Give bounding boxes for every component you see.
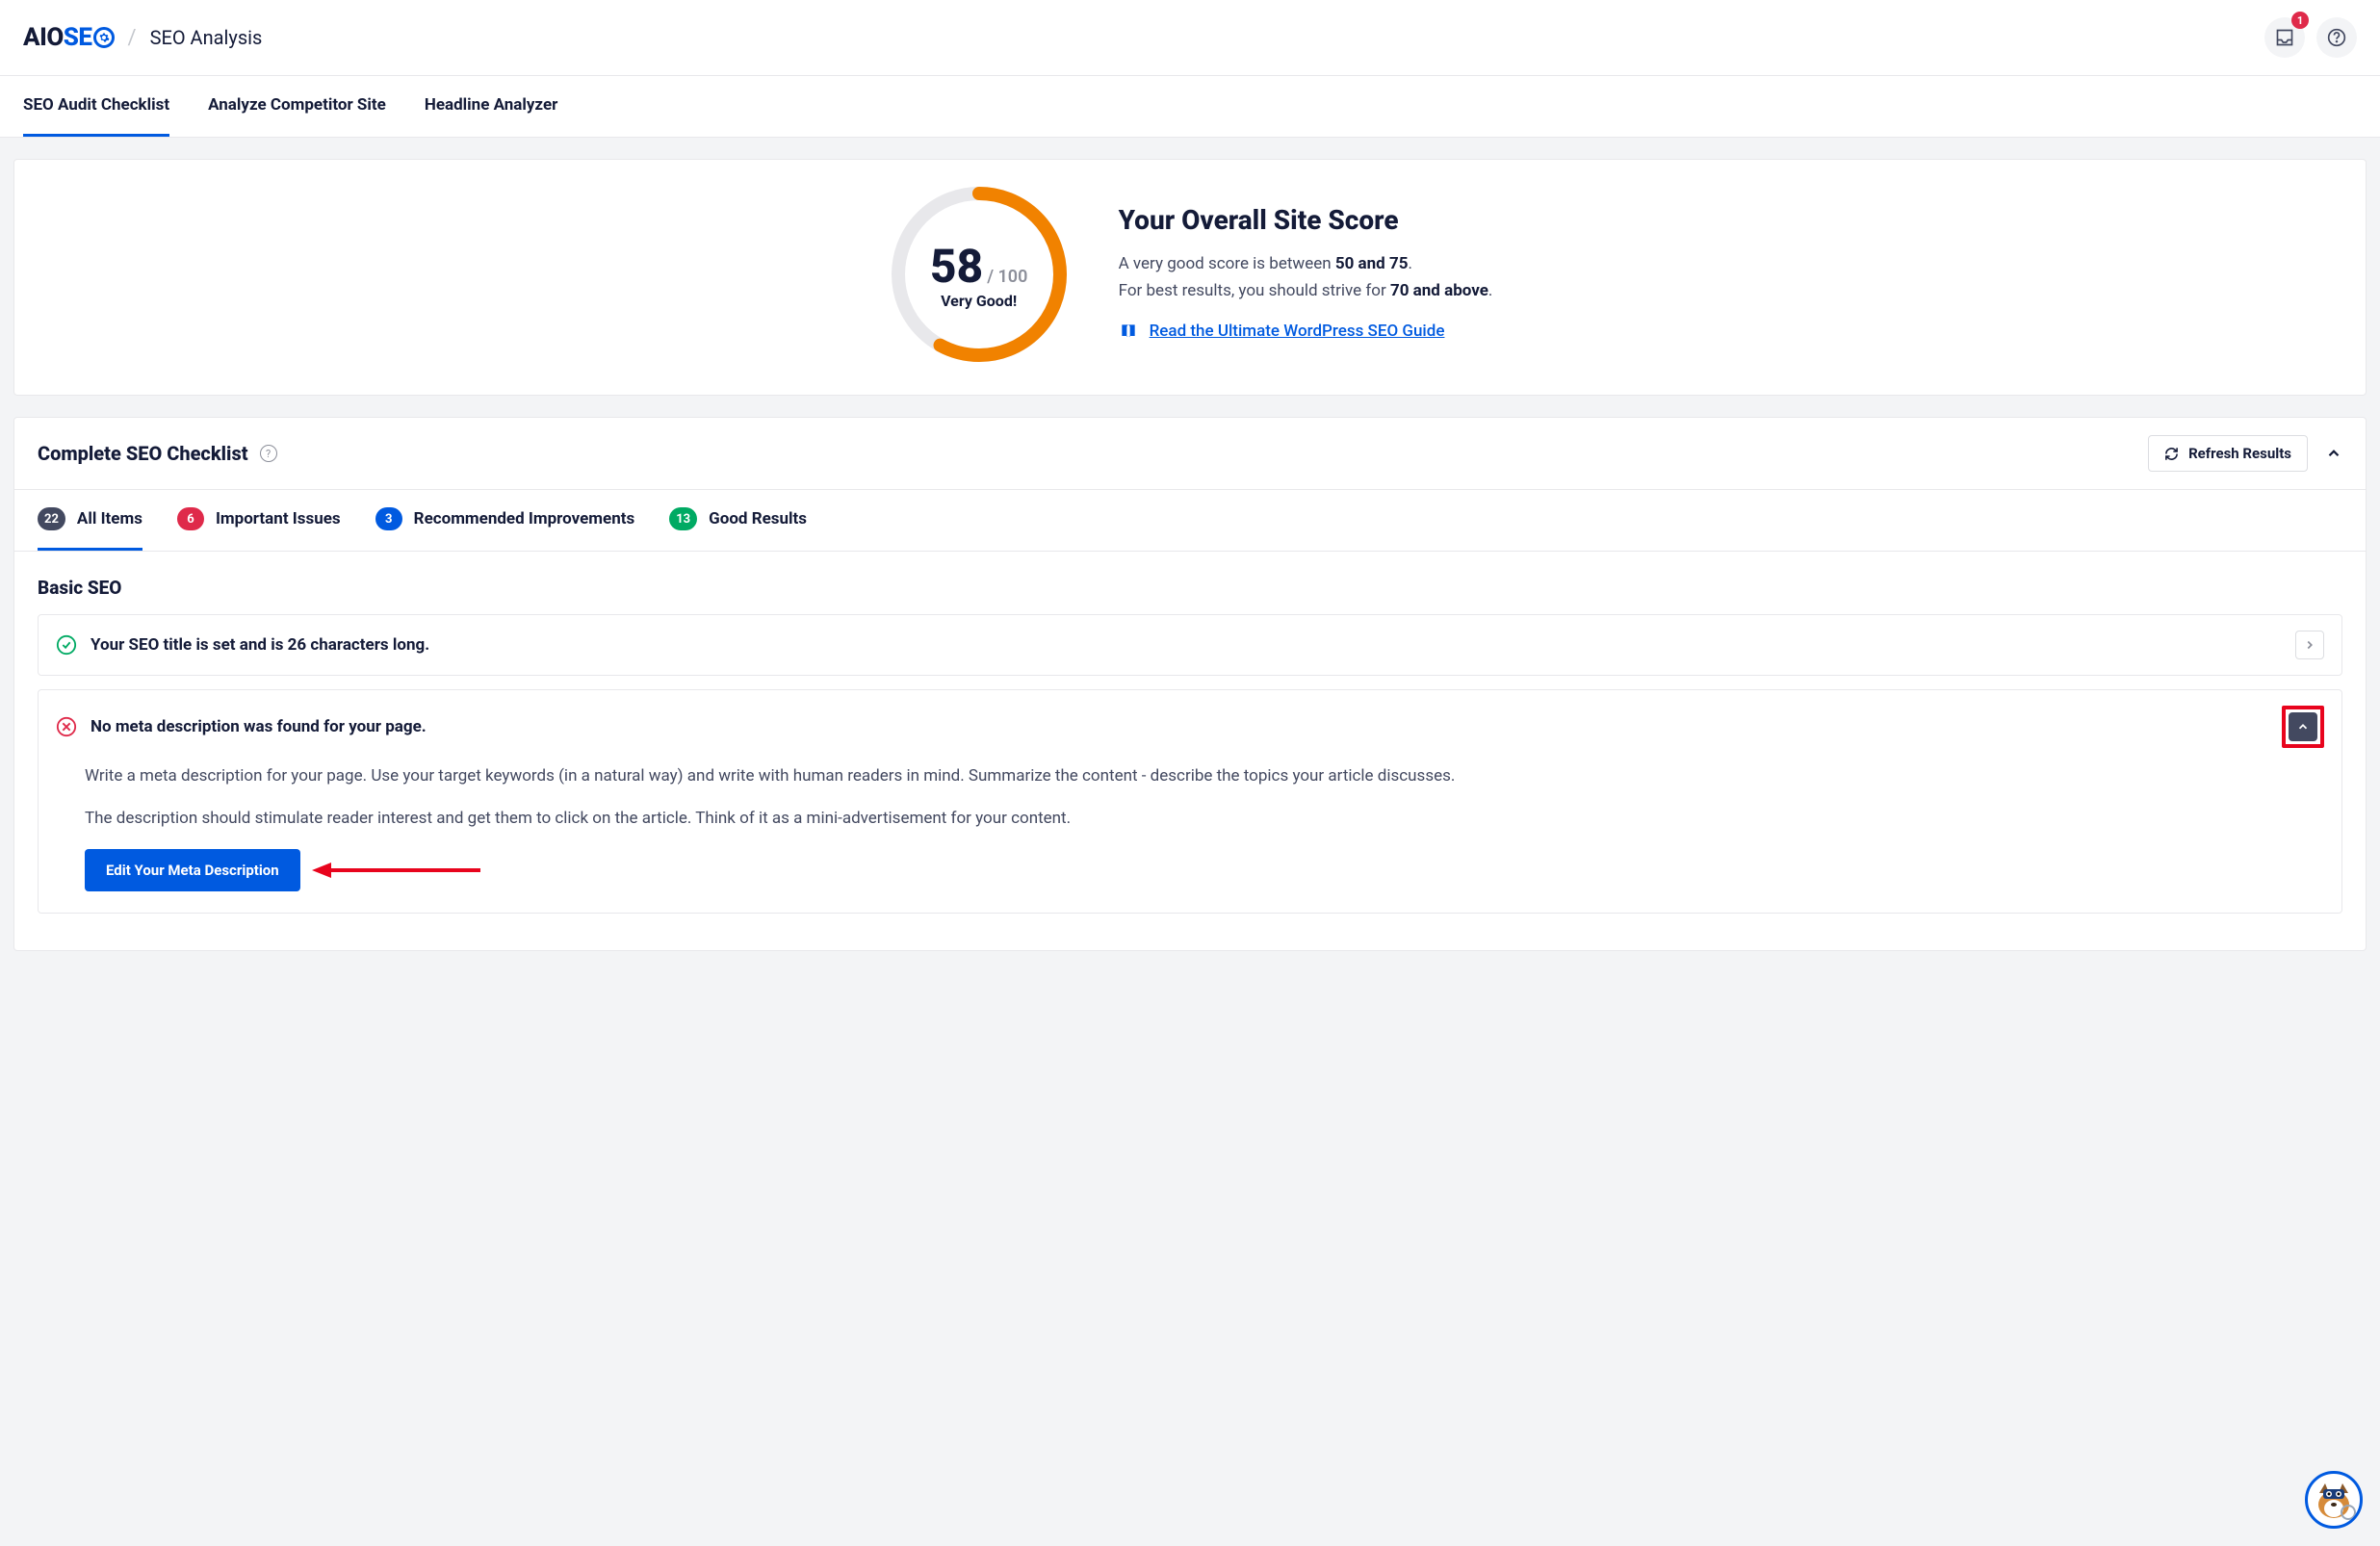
header-right: 1: [2264, 17, 2357, 58]
score-label: Very Good!: [941, 292, 1017, 310]
x-circle-icon: [56, 716, 77, 737]
item-description-2: The description should stimulate reader …: [85, 806, 2295, 831]
guide-link-row: Read the Ultimate WordPress SEO Guide: [1119, 322, 1445, 341]
chevron-up-icon: [2296, 720, 2310, 734]
checklist-items: Your SEO title is set and is 26 characte…: [14, 614, 2366, 950]
item-title: No meta description was found for your p…: [91, 717, 2268, 736]
checklist-title: Complete SEO Checklist: [38, 442, 248, 465]
item-description-1: Write a meta description for your page. …: [85, 763, 2295, 788]
item-header: No meta description was found for your p…: [39, 690, 2341, 763]
item-body: Write a meta description for your page. …: [39, 763, 2341, 913]
item-title: Your SEO title is set and is 26 characte…: [91, 635, 2282, 655]
refresh-icon: [2164, 447, 2179, 461]
logo-text-se: SE: [64, 23, 92, 52]
top-header: AIOSE / SEO Analysis 1: [0, 0, 2380, 76]
header-left: AIOSE / SEO Analysis: [23, 23, 262, 52]
breadcrumb-separator: /: [128, 26, 137, 50]
score-heading: Your Overall Site Score: [1119, 204, 1493, 236]
checklist-item: No meta description was found for your p…: [38, 689, 2342, 914]
highlight-annotation: [2282, 706, 2324, 748]
checklist-item: Your SEO title is set and is 26 characte…: [38, 614, 2342, 676]
arrow-annotation: [312, 859, 485, 882]
logo-gear-icon: [93, 27, 115, 48]
filter-good[interactable]: 13 Good Results: [669, 490, 807, 551]
chevron-right-icon: [2303, 638, 2316, 652]
notification-badge: 1: [2291, 12, 2309, 29]
score-gauge: 58 / 100 Very Good!: [888, 183, 1071, 366]
filter-recommended[interactable]: 3 Recommended Improvements: [375, 490, 635, 551]
seo-guide-link[interactable]: Read the Ultimate WordPress SEO Guide: [1150, 322, 1445, 341]
score-desc-2: For best results, you should strive for …: [1119, 278, 1493, 304]
checklist-header: Complete SEO Checklist ? Refresh Results: [14, 418, 2366, 490]
score-value: 58: [930, 239, 983, 294]
filter-important[interactable]: 6 Important Issues: [177, 490, 341, 551]
notifications-button[interactable]: 1: [2264, 17, 2305, 58]
main-tabs: SEO Audit Checklist Analyze Competitor S…: [0, 76, 2380, 138]
refresh-button[interactable]: Refresh Results: [2148, 435, 2308, 472]
help-tooltip-icon[interactable]: ?: [260, 445, 277, 462]
item-header: Your SEO title is set and is 26 characte…: [39, 615, 2341, 675]
checklist-card: Complete SEO Checklist ? Refresh Results…: [13, 417, 2367, 951]
score-info: Your Overall Site Score A very good scor…: [1119, 204, 1493, 344]
help-icon: [2327, 28, 2346, 47]
expand-button[interactable]: [2295, 631, 2324, 659]
filter-tabs: 22 All Items 6 Important Issues 3 Recomm…: [14, 490, 2366, 552]
score-card: 58 / 100 Very Good! Your Overall Site Sc…: [13, 159, 2367, 396]
score-max: / 100: [987, 267, 1027, 287]
filter-all[interactable]: 22 All Items: [38, 490, 142, 551]
logo-text-aio: AIO: [23, 23, 64, 52]
tab-headline[interactable]: Headline Analyzer: [425, 76, 558, 137]
mascot-button[interactable]: [2305, 1471, 2363, 1529]
check-circle-icon: [56, 634, 77, 656]
chevron-up-icon[interactable]: [2325, 445, 2342, 462]
page-title: SEO Analysis: [150, 26, 263, 49]
help-button[interactable]: [2316, 17, 2357, 58]
tab-seo-audit[interactable]: SEO Audit Checklist: [23, 76, 169, 137]
book-icon: [1119, 322, 1138, 341]
collapse-button[interactable]: [2289, 712, 2317, 741]
brand-logo: AIOSE: [23, 23, 115, 52]
section-title: Basic SEO: [14, 552, 2366, 614]
tab-competitor[interactable]: Analyze Competitor Site: [208, 76, 386, 137]
inbox-icon: [2275, 28, 2294, 47]
edit-meta-button[interactable]: Edit Your Meta Description: [85, 849, 300, 891]
score-desc-1: A very good score is between 50 and 75.: [1119, 251, 1493, 277]
mascot-icon: [2310, 1476, 2358, 1524]
